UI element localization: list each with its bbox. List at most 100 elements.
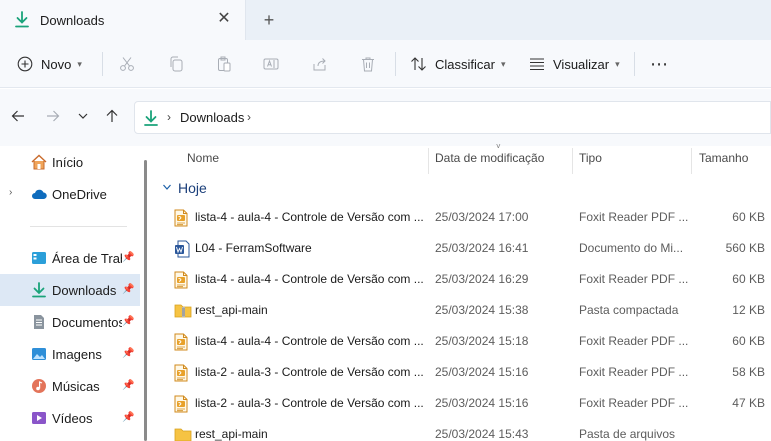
file-size: 560 KB	[725, 241, 765, 255]
cut-icon	[119, 56, 135, 72]
file-date: 25/03/2024 15:38	[435, 303, 529, 317]
column-divider[interactable]	[691, 148, 692, 174]
sidebar-item-onedrive[interactable]: › OneDrive	[0, 178, 140, 210]
close-tab-icon[interactable]: ✕	[216, 10, 232, 28]
column-divider[interactable]	[428, 148, 429, 174]
recent-locations-button[interactable]	[73, 107, 93, 127]
view-icon	[529, 56, 545, 72]
forward-button[interactable]	[43, 107, 63, 127]
file-name: L04 - FerramSoftware	[195, 241, 312, 255]
column-divider[interactable]	[572, 148, 573, 174]
download-icon	[14, 11, 30, 29]
arrow-up-icon	[105, 109, 119, 126]
file-row[interactable]: lista-2 - aula-3 - Controle de Versão co…	[148, 388, 771, 419]
sort-button[interactable]: Classificar ▾	[410, 40, 506, 88]
file-row[interactable]: lista-4 - aula-4 - Controle de Versão co…	[148, 326, 771, 357]
file-name: rest_api-main	[195, 427, 268, 441]
sidebar-item-label: OneDrive	[52, 187, 107, 202]
sidebar-item-label: Músicas	[52, 379, 100, 394]
sidebar-item-downloads[interactable]: Downloads 📌	[0, 274, 140, 306]
column-header-date[interactable]: Data de modificação	[435, 151, 544, 165]
file-date: 25/03/2024 15:16	[435, 396, 529, 410]
file-type: Foxit Reader PDF ...	[579, 396, 689, 410]
plus-circle-icon	[17, 56, 33, 72]
sidebar-item-music[interactable]: Músicas 📌	[0, 370, 140, 402]
delete-button[interactable]	[360, 40, 376, 88]
rename-button[interactable]	[263, 40, 279, 88]
file-size: 47 KB	[732, 396, 765, 410]
file-row[interactable]: lista-4 - aula-4 - Controle de Versão co…	[148, 264, 771, 295]
pin-icon: 📌	[122, 316, 135, 327]
new-button[interactable]: Novo ▾	[17, 40, 82, 88]
file-row[interactable]: rest_api-main 25/03/2024 15:38 Pasta compa…	[148, 295, 771, 326]
pictures-icon	[31, 346, 47, 362]
cut-button[interactable]	[119, 40, 135, 88]
pin-icon: 📌	[122, 412, 135, 423]
back-button[interactable]	[8, 107, 28, 127]
file-type: Foxit Reader PDF ...	[579, 334, 689, 348]
file-name: lista-4 - aula-4 - Controle de Versão co…	[195, 272, 424, 286]
chevron-right-icon[interactable]: ›	[9, 187, 12, 198]
chevron-down-icon	[162, 182, 172, 195]
sidebar-item-documents[interactable]: Documentos 📌	[0, 306, 140, 338]
divider	[634, 52, 635, 76]
file-type: Documento do Mi...	[579, 241, 684, 255]
new-button-label: Novo	[41, 56, 72, 72]
sidebar-item-videos[interactable]: Vídeos 📌	[0, 402, 140, 434]
file-size: 60 KB	[732, 334, 765, 348]
home-icon	[31, 154, 47, 170]
file-name: lista-2 - aula-3 - Controle de Versão co…	[195, 365, 424, 379]
chevron-down-icon: ▾	[615, 58, 620, 69]
pin-icon: 📌	[122, 284, 135, 295]
file-row[interactable]: lista-2 - aula-3 - Controle de Versão co…	[148, 357, 771, 388]
file-size: 12 KB	[732, 303, 765, 317]
file-name: lista-2 - aula-3 - Controle de Versão co…	[195, 396, 424, 410]
videos-icon	[31, 410, 47, 426]
sidebar-item-home[interactable]: Início	[0, 146, 140, 178]
view-button[interactable]: Visualizar ▾	[529, 40, 620, 88]
sidebar-item-label: Início	[52, 155, 84, 170]
sidebar-item-desktop[interactable]: Área de Trabalho 📌	[0, 242, 140, 274]
file-row[interactable]: lista-4 - aula-4 - Controle de Versão co…	[148, 202, 771, 233]
file-date: 25/03/2024 15:16	[435, 365, 529, 379]
file-name: rest_api-main	[195, 303, 268, 317]
copy-button[interactable]	[168, 40, 184, 88]
divider	[102, 52, 103, 76]
sidebar-item-label: Vídeos	[52, 411, 93, 426]
divider	[395, 52, 396, 76]
more-icon: ⋯	[650, 53, 669, 74]
file-size: 60 KB	[732, 210, 765, 224]
breadcrumb-chevron-icon[interactable]: ›	[247, 110, 251, 124]
breadcrumb-downloads[interactable]: Downloads	[180, 110, 244, 125]
pdf-icon	[174, 395, 190, 413]
file-date: 25/03/2024 16:41	[435, 241, 529, 255]
share-button[interactable]	[312, 40, 328, 88]
sidebar-scrollbar[interactable]	[144, 160, 147, 441]
arrow-right-icon	[46, 109, 60, 126]
word-icon	[174, 240, 190, 258]
file-date: 25/03/2024 16:29	[435, 272, 529, 286]
up-button[interactable]	[102, 107, 122, 127]
music-icon	[31, 378, 47, 394]
file-row[interactable]: rest_api-main 25/03/2024 15:43 Pasta de ar…	[148, 419, 771, 441]
more-button[interactable]: ⋯	[650, 40, 669, 88]
rename-icon	[263, 56, 279, 72]
column-header-size[interactable]: Tamanho	[699, 151, 748, 165]
paste-button[interactable]	[216, 40, 232, 88]
pdf-icon	[174, 209, 190, 227]
column-header-name[interactable]: Nome	[187, 151, 219, 165]
paste-icon	[216, 56, 232, 72]
file-type: Foxit Reader PDF ...	[579, 272, 689, 286]
chevron-down-icon	[77, 110, 89, 125]
file-row[interactable]: L04 - FerramSoftware 25/03/2024 16:41 Docu…	[148, 233, 771, 264]
new-tab-button[interactable]: +	[258, 10, 280, 30]
sidebar-item-pictures[interactable]: Imagens 📌	[0, 338, 140, 370]
breadcrumb-chevron-icon[interactable]: ›	[167, 110, 171, 124]
address-row: › Downloads ›	[0, 89, 771, 146]
address-bar[interactable]: › Downloads ›	[134, 101, 771, 134]
column-header-type[interactable]: Tipo	[579, 151, 602, 165]
group-header-today[interactable]: Hoje	[162, 180, 207, 196]
file-type: Foxit Reader PDF ...	[579, 210, 689, 224]
tab-downloads[interactable]: Downloads ✕	[0, 0, 246, 40]
desktop-icon	[31, 250, 47, 266]
